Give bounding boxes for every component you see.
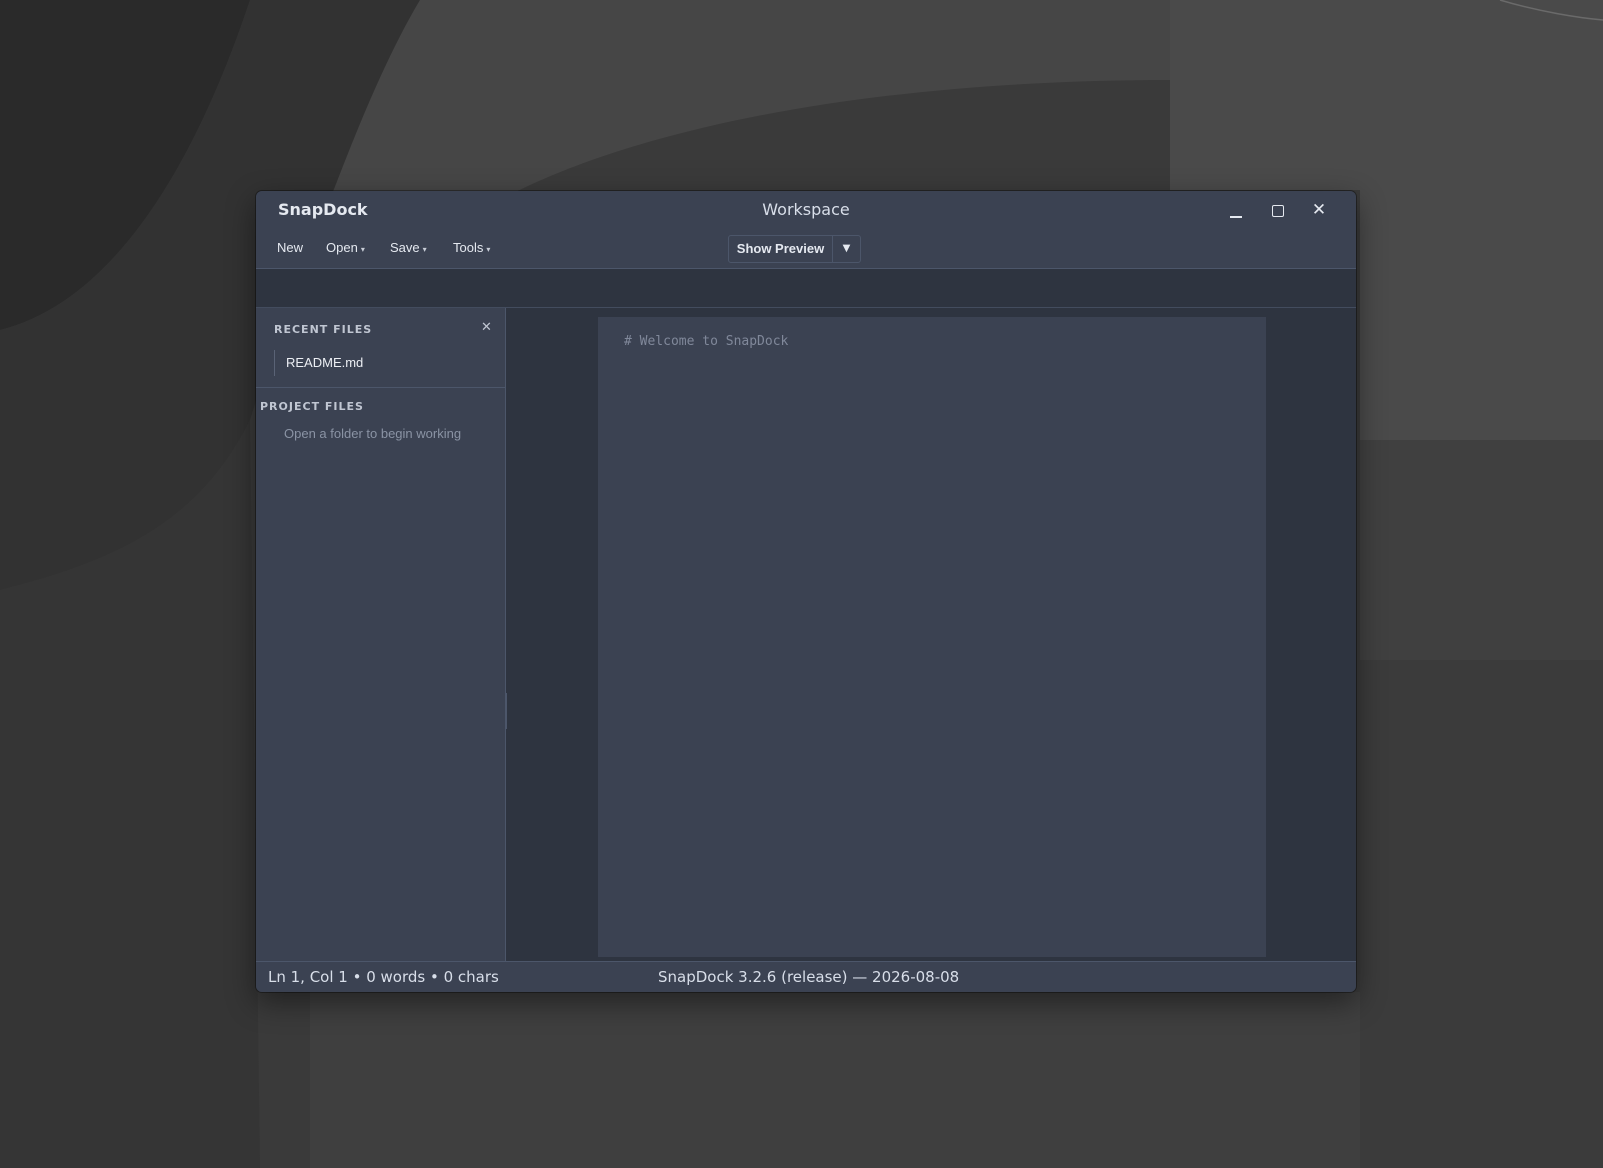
open-menu-button[interactable]: Open ▾: [326, 240, 365, 255]
project-files-title: PROJECT FILES: [260, 400, 364, 413]
maximize-icon[interactable]: [1262, 195, 1292, 225]
editor-area: # Welcome to SnapDock: [507, 308, 1356, 961]
new-label: New: [277, 240, 304, 255]
recent-files-section: RECENT FILES ✕ README.md: [256, 308, 505, 388]
save-menu-button[interactable]: Save ▾: [390, 240, 427, 255]
close-recent-files-icon[interactable]: ✕: [481, 320, 492, 335]
editor-content[interactable]: # Welcome to SnapDock: [624, 334, 788, 349]
recent-files-title: RECENT FILES: [274, 323, 373, 336]
show-preview-button[interactable]: Show Preview: [729, 236, 833, 262]
app-window: SnapDock Workspace ✕ New Open ▾ Save ▾ Too…: [256, 191, 1356, 992]
title-bar[interactable]: SnapDock Workspace ✕: [256, 191, 1356, 229]
close-icon[interactable]: ✕: [1304, 195, 1334, 225]
tools-label: Tools: [453, 240, 484, 255]
status-bar: Ln 1, Col 1 • 0 words • 0 chars SnapDock…: [256, 961, 1356, 992]
new-button[interactable]: New: [277, 240, 303, 255]
cursor-position-status: Ln 1, Col 1 • 0 words • 0 chars: [268, 968, 499, 986]
open-label: Open: [326, 240, 358, 255]
project-files-empty-message: Open a folder to begin working: [284, 426, 462, 441]
preview-dropdown-icon[interactable]: ▼: [833, 236, 860, 262]
editor-page[interactable]: # Welcome to SnapDock: [598, 317, 1266, 957]
recent-file-item[interactable]: README.md: [274, 350, 363, 376]
chevron-down-icon: ▾: [360, 245, 365, 254]
save-label: Save: [390, 240, 420, 255]
chevron-down-icon: ▾: [486, 245, 491, 254]
preview-split-button: Show Preview ▼: [728, 235, 861, 263]
version-status: SnapDock 3.2.6 (release) — 2026-08-08: [658, 968, 960, 986]
tools-menu-button[interactable]: Tools ▾: [453, 240, 490, 255]
window-title: Workspace: [762, 200, 850, 219]
sidebar: RECENT FILES ✕ README.md PROJECT FILES O…: [256, 308, 506, 961]
toolbar: New Open ▾ Save ▾ Tools ▾ Show Preview ▼: [256, 229, 1356, 269]
chevron-down-icon: ▾: [422, 245, 427, 254]
minimize-icon[interactable]: [1221, 195, 1251, 225]
tab-strip: [256, 270, 1356, 308]
